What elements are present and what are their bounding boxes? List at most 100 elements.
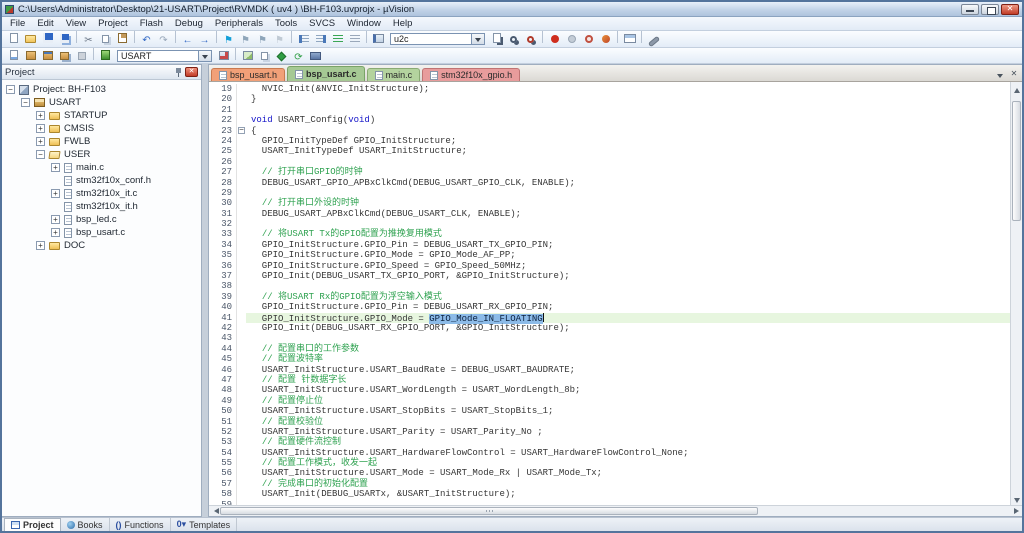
minimize-button[interactable] xyxy=(961,4,979,15)
code-text[interactable]: USART_InitStructure.USART_StopBits = USA… xyxy=(246,406,1010,416)
horizontal-scroll-thumb[interactable] xyxy=(220,507,758,515)
menu-window[interactable]: Window xyxy=(341,18,387,29)
new-file-button[interactable] xyxy=(6,31,21,46)
menu-svcs[interactable]: SVCS xyxy=(303,18,341,29)
code-text[interactable]: GPIO_InitStructure.GPIO_Pin = DEBUG_USAR… xyxy=(246,302,1010,312)
translate-file-button[interactable] xyxy=(6,48,21,63)
options-for-target-button[interactable] xyxy=(216,48,231,63)
tree-item-stm32f10x-it-h[interactable]: stm32f10x_it.h xyxy=(2,200,201,213)
next-bookmark-button[interactable]: ⚑ xyxy=(255,31,270,47)
search-dropdown-button[interactable] xyxy=(472,33,485,45)
code-text[interactable]: USART_InitTypeDef USART_InitStructure; xyxy=(246,146,1010,156)
pack-installer-button[interactable] xyxy=(308,48,323,63)
code-text[interactable]: // 配置串口的工作参数 xyxy=(246,344,1010,354)
scroll-left-icon[interactable] xyxy=(209,506,220,516)
expand-icon[interactable]: + xyxy=(51,215,60,224)
save-all-button[interactable] xyxy=(57,31,72,46)
code-text[interactable]: USART_InitStructure.USART_BaudRate = DEB… xyxy=(246,365,1010,375)
navigate-back-button[interactable]: ← xyxy=(180,31,195,47)
tab-list-icon[interactable] xyxy=(994,69,1006,81)
expand-icon[interactable]: + xyxy=(36,241,45,250)
code-text[interactable]: GPIO_InitStructure.GPIO_Pin = DEBUG_USAR… xyxy=(246,240,1010,250)
tree-item-stm32f10x-conf-h[interactable]: stm32f10x_conf.h xyxy=(2,174,201,187)
insert-breakpoint-button[interactable] xyxy=(547,31,562,46)
toggle-breakpoint-button[interactable] xyxy=(564,31,579,46)
comment-selection-button[interactable] xyxy=(330,31,345,46)
target-dropdown-button[interactable] xyxy=(199,50,212,62)
copy-button[interactable] xyxy=(98,31,113,46)
configure-button[interactable] xyxy=(646,31,661,48)
vertical-scroll-track[interactable] xyxy=(1011,93,1022,494)
menu-project[interactable]: Project xyxy=(92,18,134,29)
code-text[interactable]: // 配置停止位 xyxy=(246,396,1010,406)
code-text[interactable]: GPIO_Init(DEBUG_USART_TX_GPIO_PORT, &GPI… xyxy=(246,271,1010,281)
expand-icon[interactable]: + xyxy=(51,163,60,172)
scroll-right-icon[interactable] xyxy=(1011,506,1022,516)
target-select-input[interactable] xyxy=(117,50,199,62)
bottom-tab-books[interactable]: Books xyxy=(61,518,110,531)
update-packs-button[interactable]: ⟳ xyxy=(291,48,306,64)
tree-item-main-c[interactable]: +main.c xyxy=(2,161,201,174)
tab-main-c[interactable]: main.c xyxy=(367,68,421,81)
code-text[interactable]: GPIO_Init(DEBUG_USART_RX_GPIO_PORT, &GPI… xyxy=(246,323,1010,333)
code-text[interactable] xyxy=(246,188,1010,198)
stop-build-button[interactable] xyxy=(74,48,89,63)
tab-bsp-usart-c[interactable]: bsp_usart.c xyxy=(287,66,365,81)
tree-item-bsp-led-c[interactable]: +bsp_led.c xyxy=(2,213,201,226)
expand-icon[interactable]: + xyxy=(36,111,45,120)
expand-icon[interactable]: + xyxy=(51,228,60,237)
menu-debug[interactable]: Debug xyxy=(169,18,209,29)
code-text[interactable]: NVIC_Init(&NVIC_InitStructure); xyxy=(246,84,1010,94)
manage-project-items-button[interactable] xyxy=(240,48,255,63)
collapse-icon[interactable]: − xyxy=(21,98,30,107)
close-button[interactable] xyxy=(1001,4,1019,15)
code-text[interactable]: // 配置波特率 xyxy=(246,354,1010,364)
paste-button[interactable] xyxy=(115,31,130,46)
code-text[interactable]: // 配置 针数据字长 xyxy=(246,375,1010,385)
expand-icon[interactable]: + xyxy=(51,189,60,198)
tree-item-usart[interactable]: −USART xyxy=(2,96,201,109)
restore-button[interactable] xyxy=(981,4,999,15)
menu-file[interactable]: File xyxy=(4,18,31,29)
manage-rte-button[interactable] xyxy=(274,48,289,63)
code-text[interactable] xyxy=(246,105,1010,115)
fold-toggle-icon[interactable]: − xyxy=(238,127,245,134)
debug-window-layout-button[interactable] xyxy=(622,31,637,46)
tree-item-cmsis[interactable]: +CMSIS xyxy=(2,122,201,135)
bottom-tab-project[interactable]: Project xyxy=(4,518,61,531)
code-text[interactable] xyxy=(246,157,1010,167)
code-text[interactable]: // 配置校验位 xyxy=(246,417,1010,427)
pin-icon[interactable] xyxy=(175,68,182,77)
kill-all-breakpoints-button[interactable] xyxy=(598,31,613,46)
code-text[interactable]: // 打开串口GPIO的时钟 xyxy=(246,167,1010,177)
panel-close-icon[interactable] xyxy=(185,67,198,77)
incremental-find-button[interactable] xyxy=(523,31,538,46)
tree-item-startup[interactable]: +STARTUP xyxy=(2,109,201,122)
copy-button[interactable] xyxy=(257,48,272,63)
expand-icon[interactable]: + xyxy=(36,124,45,133)
undo-button[interactable]: ↶ xyxy=(139,31,154,47)
search-input[interactable] xyxy=(390,33,472,45)
code-text[interactable]: USART_InitStructure.USART_Mode = USART_M… xyxy=(246,468,1010,478)
code-text[interactable]: // 将USART Rx的GPIO配置为浮空输入模式 xyxy=(246,292,1010,302)
code-text[interactable]: USART_Init(DEBUG_USARTx, &USART_InitStru… xyxy=(246,489,1010,499)
menu-tools[interactable]: Tools xyxy=(269,18,303,29)
code-text[interactable]: { xyxy=(246,126,1010,136)
tree-item-stm32f10x-it-c[interactable]: +stm32f10x_it.c xyxy=(2,187,201,200)
menu-peripherals[interactable]: Peripherals xyxy=(209,18,269,29)
clear-bookmarks-button[interactable]: ⚑ xyxy=(272,31,287,47)
redo-button[interactable]: ↷ xyxy=(156,31,171,47)
code-text[interactable]: GPIO_InitTypeDef GPIO_InitStructure; xyxy=(246,136,1010,146)
code-text[interactable] xyxy=(246,333,1010,343)
tab-stm32f10x-gpio-h[interactable]: stm32f10x_gpio.h xyxy=(422,68,520,81)
code-text[interactable]: DEBUG_USART_APBxClkCmd(DEBUG_USART_CLK, … xyxy=(246,209,1010,219)
code-text[interactable]: GPIO_InitStructure.GPIO_Mode = GPIO_Mode… xyxy=(246,313,1010,323)
menu-edit[interactable]: Edit xyxy=(31,18,59,29)
code-text[interactable]: // 配置工作模式，收发一起 xyxy=(246,458,1010,468)
code-text[interactable]: USART_InitStructure.USART_HardwareFlowCo… xyxy=(246,448,1010,458)
bottom-tab-templates[interactable]: 0▾Templates xyxy=(171,518,238,531)
code-text[interactable]: // 将USART Tx的GPIO配置为推挽复用模式 xyxy=(246,229,1010,239)
find-next-button[interactable] xyxy=(506,31,521,46)
uncomment-selection-button[interactable] xyxy=(347,31,362,46)
code-text[interactable]: // 打开串口外设的时钟 xyxy=(246,198,1010,208)
